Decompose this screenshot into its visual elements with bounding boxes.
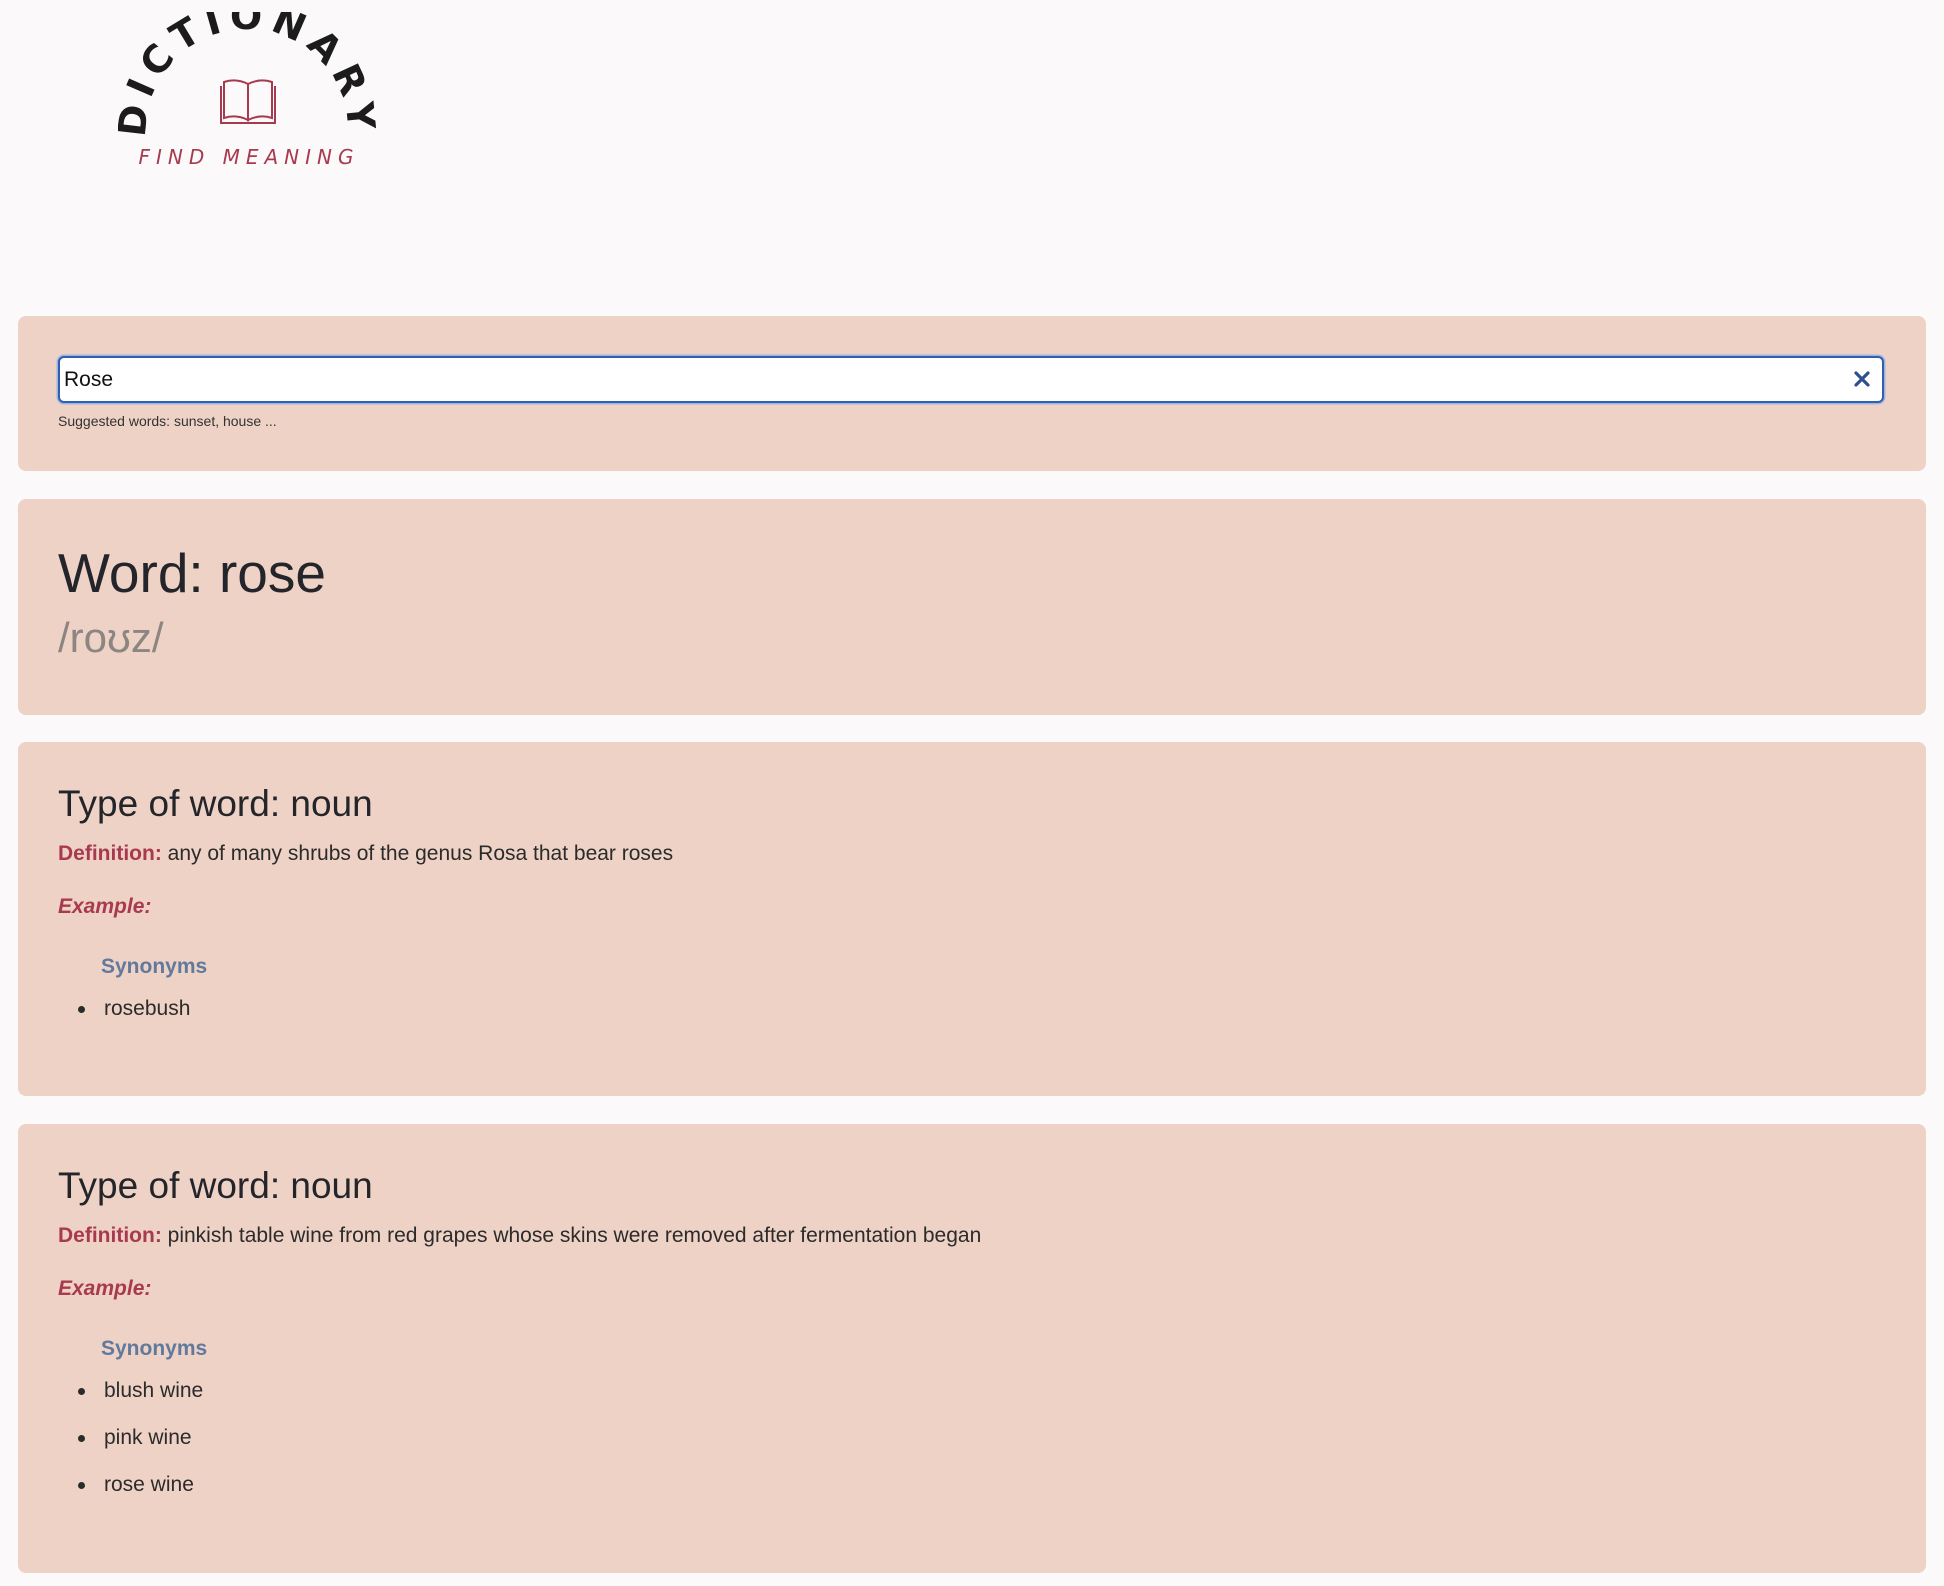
meaning-card: Type of word: noun Definition: any of ma… bbox=[18, 742, 1926, 1096]
bullet bbox=[78, 1006, 85, 1013]
synonym-text: blush wine bbox=[104, 1379, 204, 1402]
dictionary-logo-graphic: DICTIONARY FIND MEANING bbox=[118, 12, 377, 169]
dictionary-logo: DICTIONARY FIND MEANING bbox=[118, 12, 378, 182]
synonyms-heading: Synonyms bbox=[101, 955, 208, 978]
definition-line: Definition: any of many shrubs of the ge… bbox=[58, 842, 673, 866]
synonym-text: rose wine bbox=[104, 1473, 194, 1496]
bullet bbox=[78, 1482, 85, 1489]
clear-search-button[interactable] bbox=[1850, 367, 1874, 391]
bullet bbox=[78, 1388, 85, 1395]
example-label: Example: bbox=[58, 895, 152, 918]
synonym-text: pink wine bbox=[104, 1426, 192, 1449]
logo-tagline: FIND MEANING bbox=[138, 145, 359, 169]
definition-text: any of many shrubs of the genus Rosa tha… bbox=[167, 842, 674, 865]
synonym-text: rosebush bbox=[104, 997, 191, 1020]
search-input[interactable] bbox=[64, 358, 1824, 401]
word-panel: Word: rose /roʊz/ bbox=[18, 499, 1926, 715]
search-box bbox=[58, 356, 1884, 403]
suggested-words-hint: Suggested words: sunset, house ... bbox=[58, 413, 277, 429]
open-book-icon bbox=[220, 79, 276, 124]
definition-label: Definition: bbox=[58, 1224, 162, 1247]
synonyms-heading: Synonyms bbox=[101, 1337, 208, 1360]
search-panel: Suggested words: sunset, house ... bbox=[18, 316, 1926, 471]
example-label: Example: bbox=[58, 1277, 152, 1300]
word-type-heading: Type of word: noun bbox=[58, 1165, 373, 1206]
word-type-heading: Type of word: noun bbox=[58, 783, 373, 824]
definition-label: Definition: bbox=[58, 842, 162, 865]
word-heading: Word: rose bbox=[58, 542, 326, 604]
definition-text: pinkish table wine from red grapes whose… bbox=[167, 1224, 982, 1247]
phonetic-transcription: /roʊz/ bbox=[58, 614, 164, 661]
bullet bbox=[78, 1435, 85, 1442]
definition-line: Definition: pinkish table wine from red … bbox=[58, 1224, 981, 1248]
close-icon[interactable] bbox=[1850, 367, 1874, 391]
meaning-card: Type of word: noun Definition: pinkish t… bbox=[18, 1124, 1926, 1573]
